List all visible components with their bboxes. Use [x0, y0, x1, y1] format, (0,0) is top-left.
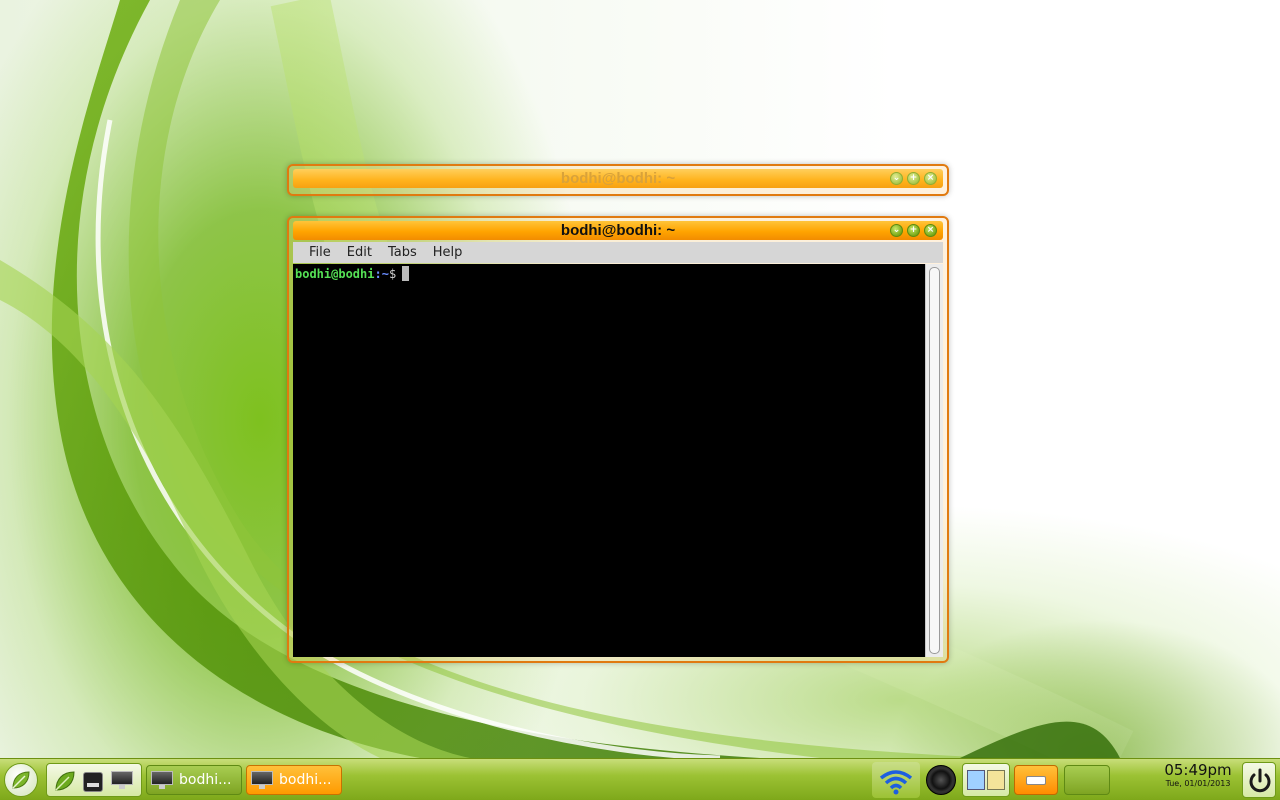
taskbar-item-terminal-1[interactable]: bodhi...: [146, 765, 242, 795]
start-menu-button[interactable]: [4, 763, 38, 797]
taskbar-item-label: bodhi...: [279, 772, 332, 788]
speaker-icon[interactable]: [926, 765, 956, 795]
clock-date: Tue, 01/01/2013: [1165, 779, 1231, 788]
clock-time: 05:49pm: [1164, 761, 1232, 779]
power-icon: [1249, 768, 1271, 793]
bodhi-logo-icon: [12, 771, 30, 789]
close-button[interactable]: ×: [924, 224, 937, 237]
terminal-scrollbar[interactable]: [925, 264, 943, 657]
desktop-icon[interactable]: [111, 771, 133, 789]
terminal-window-icon: [251, 771, 273, 789]
terminal-window-icon: [151, 771, 173, 789]
window-title: bodhi@bodhi: ~: [560, 170, 676, 187]
menu-help[interactable]: Help: [425, 245, 471, 260]
taskbar-item-label: bodhi...: [179, 772, 232, 788]
scrollbar-thumb[interactable]: [929, 267, 940, 654]
launcher-bar: [46, 763, 142, 797]
power-button[interactable]: [1242, 762, 1276, 798]
minimize-button[interactable]: ⌄: [890, 224, 903, 237]
window-title: bodhi@bodhi: ~: [560, 222, 676, 239]
close-button[interactable]: ×: [924, 172, 937, 185]
taskbar: bodhi... bodhi...: [0, 758, 1280, 800]
prompt-symbol: $: [388, 267, 397, 281]
wifi-icon[interactable]: [872, 762, 920, 798]
terminal-menubar: File Edit Tabs Help: [293, 242, 943, 263]
workspace-icon[interactable]: [1064, 765, 1110, 795]
text-cursor: [402, 266, 410, 281]
terminal-icon[interactable]: [83, 772, 103, 792]
maximize-button[interactable]: +: [907, 172, 920, 185]
terminal-window-shaded[interactable]: bodhi@bodhi: ~ ⌄ + ×: [287, 164, 949, 196]
terminal-output[interactable]: bodhi@bodhi:~$: [293, 264, 927, 657]
drive-icon[interactable]: [1014, 765, 1058, 795]
window-titlebar[interactable]: bodhi@bodhi: ~ ⌄ + ×: [293, 169, 943, 188]
maximize-button[interactable]: +: [907, 224, 920, 237]
clock[interactable]: 05:49pm Tue, 01/01/2013: [1158, 762, 1238, 789]
bodhi-leaf-icon[interactable]: [51, 767, 79, 795]
taskbar-item-terminal-2[interactable]: bodhi...: [246, 765, 342, 795]
prompt-path: :~: [374, 267, 389, 281]
terminal-window[interactable]: bodhi@bodhi: ~ ⌄ + × File Edit Tabs Help…: [287, 216, 949, 663]
menu-edit[interactable]: Edit: [339, 245, 380, 260]
menu-tabs[interactable]: Tabs: [380, 245, 425, 260]
prompt-user: bodhi@bodhi: [295, 267, 375, 281]
window-titlebar[interactable]: bodhi@bodhi: ~ ⌄ + ×: [293, 221, 943, 240]
pager-icon[interactable]: [962, 763, 1010, 797]
minimize-button[interactable]: ⌄: [890, 172, 903, 185]
menu-file[interactable]: File: [301, 245, 339, 260]
